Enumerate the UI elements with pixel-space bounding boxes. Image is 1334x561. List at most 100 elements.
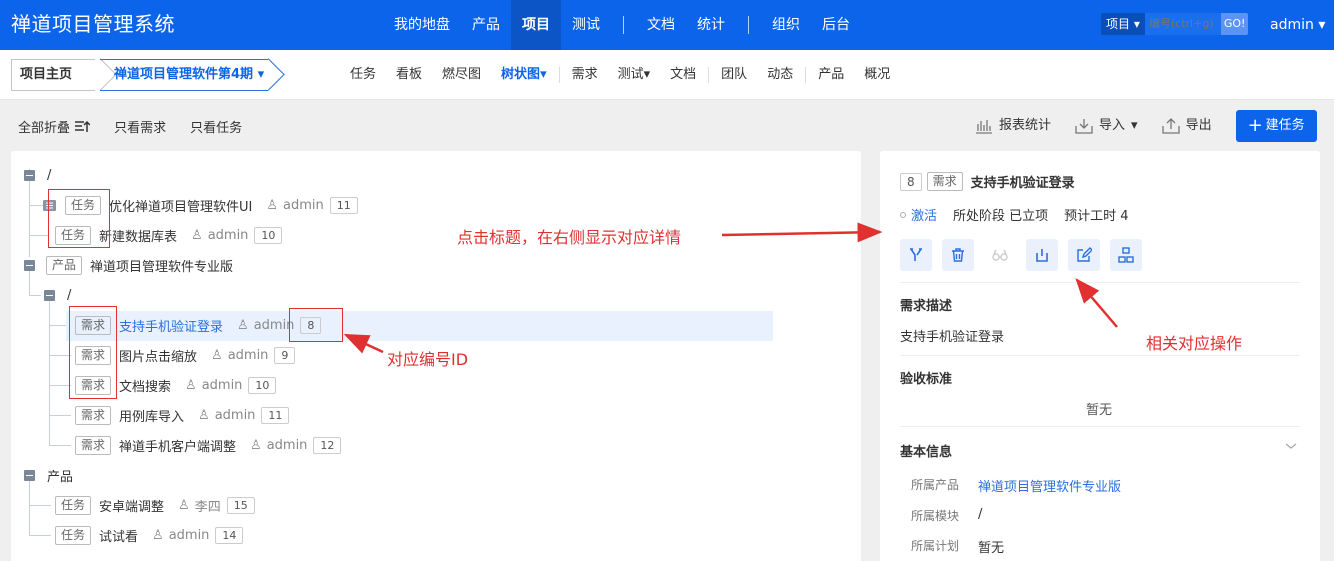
collapse-icon[interactable] [24, 259, 35, 271]
story-tag: 需求 [75, 405, 112, 425]
tree-line [29, 295, 41, 296]
tree-line [29, 205, 43, 206]
collapse-all-button[interactable]: 全部折叠 [18, 117, 91, 136]
user-icon: ♙ [198, 407, 210, 423]
chevron-down-icon[interactable] [1285, 440, 1297, 455]
story-title[interactable]: 支持手机验证登录 [119, 316, 223, 335]
story-title[interactable]: 用例库导入 [119, 406, 184, 425]
nav-org[interactable]: 组织 [761, 0, 811, 50]
tree-node-product[interactable]: 产品 禅道项目管理软件专业版 [24, 253, 233, 277]
annotation-id: 对应编号ID [387, 350, 469, 369]
tab-product[interactable]: 产品 [808, 50, 854, 100]
search-go-button[interactable]: GO! [1220, 13, 1249, 35]
tab-overview[interactable]: 概况 [854, 50, 900, 100]
tree-line [29, 481, 30, 536]
search-type-select[interactable]: 项目 ▾ [1101, 13, 1145, 35]
nav-admin[interactable]: 后台 [811, 0, 861, 50]
assignee-name: admin [227, 347, 269, 363]
tab-test[interactable]: 测试▾ [608, 50, 661, 100]
search-input[interactable] [1144, 13, 1221, 35]
review-button[interactable] [984, 239, 1016, 271]
annotation-box [69, 306, 117, 399]
app-title[interactable]: 禅道项目管理系统 [11, 11, 175, 37]
breadcrumb-home[interactable]: 项目主页 [11, 59, 95, 91]
detail-panel: 8 需求 支持手机验证登录 激活 所处阶段 已立项 预计工时 4 需求描述 支持… [880, 151, 1320, 561]
delete-button[interactable] [942, 239, 974, 271]
subdivide-button[interactable] [1110, 239, 1142, 271]
user-icon: ♙ [211, 347, 223, 363]
tree-row-story[interactable]: 需求 用例库导入 ♙ admin 11 [75, 403, 290, 427]
verify-text: 暂无 [1086, 403, 1113, 418]
caret-down-icon: ▾ [1318, 17, 1326, 33]
user-menu[interactable]: admin ▾ [1270, 15, 1325, 35]
edit-button[interactable] [1068, 239, 1100, 271]
assignee: ♙ admin [185, 378, 242, 393]
nav-product[interactable]: 产品 [461, 0, 511, 50]
breadcrumb-project[interactable]: 禅道项目管理软件第4期 ▾ [100, 59, 268, 91]
export-icon [1161, 118, 1180, 134]
only-task-button[interactable]: 只看任务 [190, 117, 242, 136]
task-title[interactable]: 新建数据库表 [99, 226, 177, 245]
task-title[interactable]: 试试看 [99, 526, 138, 545]
toolbar-right: 报表统计 导入 ▾ 导出 + 建任务 [975, 110, 1317, 142]
nav-test[interactable]: 测试 [561, 0, 611, 50]
nav-divider [623, 16, 624, 34]
fork-icon [910, 248, 922, 261]
nav-my[interactable]: 我的地盘 [383, 0, 461, 50]
report-button[interactable]: 报表统计 [975, 110, 1051, 142]
product-link[interactable]: 禅道项目管理软件专业版 [978, 476, 1121, 495]
create-task-button[interactable]: + 建任务 [1235, 110, 1317, 142]
tree-line [49, 415, 71, 416]
user-icon: ♙ [152, 527, 164, 543]
module-label: / [67, 287, 72, 303]
caret-down-icon: ▾ [257, 67, 265, 82]
nav-project[interactable]: 项目 [511, 0, 561, 50]
collapse-icon[interactable] [44, 289, 55, 301]
divider [900, 282, 1300, 283]
tab-task[interactable]: 任务 [340, 50, 386, 100]
story-title[interactable]: 禅道手机客户端调整 [119, 436, 236, 455]
export-button[interactable]: 导出 [1161, 110, 1212, 142]
tab-burndown[interactable]: 燃尽图 [432, 50, 491, 100]
user-icon: ♙ [250, 437, 262, 453]
tab-team[interactable]: 团队 [711, 50, 757, 100]
assignee: ♙ admin [152, 528, 209, 543]
assignee: ♙ admin [211, 348, 268, 363]
tree-node-module[interactable]: / [44, 283, 71, 307]
module-label: 所属模块 [911, 509, 960, 523]
subnav-divider [708, 67, 710, 83]
subnav-divider [558, 67, 560, 83]
task-title[interactable]: 优化禅道项目管理软件UI [109, 196, 252, 215]
story-title[interactable]: 图片点击缩放 [119, 346, 197, 365]
export-label: 导出 [1185, 118, 1212, 133]
only-story-button[interactable]: 只看需求 [114, 117, 166, 136]
assignee-name: 李四 [194, 499, 221, 515]
tree-node-group[interactable]: 产品 [24, 463, 73, 487]
id-badge: 11 [261, 406, 290, 424]
tab-story[interactable]: 需求 [562, 50, 608, 100]
tab-dynamic[interactable]: 动态 [757, 50, 803, 100]
assignee: ♙ admin [237, 318, 294, 333]
main-nav: 我的地盘 产品 项目 测试 文档 统计 组织 后台 [383, 0, 861, 50]
id-badge: 12 [313, 436, 342, 454]
tree-node-root[interactable]: / [24, 163, 51, 187]
tree-row-task[interactable]: 任务 试试看 ♙ admin 14 [55, 523, 244, 547]
import-button[interactable]: 导入 ▾ [1075, 110, 1138, 142]
tree-line [49, 301, 50, 446]
tab-tree[interactable]: 树状图▾ [491, 50, 557, 100]
annotation-box [48, 189, 110, 248]
nav-stats[interactable]: 统计 [686, 0, 736, 50]
tab-doc[interactable]: 文档 [660, 50, 706, 100]
detail-title: 支持手机验证登录 [970, 176, 1075, 191]
tab-kanban[interactable]: 看板 [386, 50, 432, 100]
tree-row-story[interactable]: 需求 禅道手机客户端调整 ♙ admin 12 [75, 433, 342, 457]
change-button[interactable] [900, 239, 932, 271]
tree-row-task[interactable]: 任务 安卓端调整 ♙ 李四 15 [55, 493, 255, 517]
nav-doc[interactable]: 文档 [636, 0, 686, 50]
collapse-icon[interactable] [24, 469, 35, 481]
collapse-icon[interactable] [24, 169, 35, 181]
close-story-button[interactable] [1026, 239, 1058, 271]
task-title[interactable]: 安卓端调整 [99, 496, 164, 515]
tree-line [29, 505, 51, 506]
story-title[interactable]: 文档搜索 [119, 376, 171, 395]
